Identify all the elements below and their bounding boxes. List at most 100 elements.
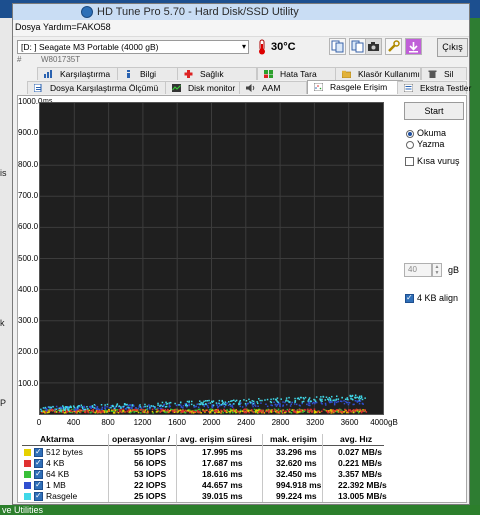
tab-label: Klasör Kullanımı — [358, 69, 420, 79]
data-point-rasgele — [83, 408, 85, 411]
data-point-rasgele — [139, 404, 141, 406]
tab-folder-usage[interactable]: Klasör Kullanımı — [335, 67, 421, 80]
data-point-rasgele — [63, 409, 66, 411]
tab-benchmark[interactable]: Karşılaştırma — [37, 67, 125, 80]
desktop-background-right — [470, 18, 480, 515]
save-button[interactable] — [405, 38, 422, 55]
data-point-4-kb — [116, 411, 118, 413]
table-cell-max: 32.450 ms — [276, 469, 317, 479]
data-point-rasgele — [272, 398, 275, 400]
tab-extra-tests[interactable]: Ekstra Testler — [397, 81, 471, 94]
tab-disk-monitor[interactable]: Disk monitor — [165, 81, 247, 94]
desktop-background-bottom: ve Utilities — [0, 505, 480, 515]
tab-random-access[interactable]: Rasgele Erişim — [307, 80, 403, 94]
data-point-rasgele — [212, 404, 215, 407]
data-point-1-mb — [197, 406, 200, 409]
options-button[interactable] — [385, 38, 402, 55]
short-stroke-checkbox[interactable] — [405, 157, 414, 166]
short-stroke-size-input[interactable]: 40 — [404, 263, 432, 277]
data-point-4-kb — [271, 409, 274, 411]
table-cell-speed: 3.357 MB/s — [338, 469, 382, 479]
data-point-4-kb — [348, 409, 350, 411]
data-point-1-mb — [307, 404, 310, 406]
data-point-rasgele — [245, 400, 248, 402]
series-checkbox[interactable] — [34, 491, 43, 501]
data-point-rasgele — [149, 406, 151, 409]
data-point-rasgele — [127, 406, 129, 409]
speaker-icon — [246, 84, 255, 92]
data-point-64-kb — [104, 409, 107, 411]
tab-erase[interactable]: Sil — [421, 67, 467, 80]
data-point-rasgele — [76, 407, 79, 409]
data-point-rasgele — [69, 406, 71, 408]
tab-file-benchmark[interactable]: Dosya Karşılaştırma Ölçümü — [27, 81, 177, 94]
data-point-4-kb — [86, 409, 89, 412]
random-access-icon — [314, 83, 323, 91]
exit-button[interactable]: Çıkış — [437, 38, 468, 57]
data-point-4-kb — [220, 409, 222, 411]
series-checkbox[interactable] — [34, 458, 43, 468]
data-point-4-kb — [276, 411, 279, 413]
data-point-rasgele — [60, 410, 63, 412]
data-point-1-mb — [133, 405, 135, 407]
series-checkbox[interactable] — [34, 447, 43, 457]
start-button[interactable]: Start — [404, 102, 464, 120]
write-radio[interactable] — [406, 141, 414, 149]
data-point-1-mb — [104, 407, 106, 410]
copy-info-button[interactable] — [329, 38, 346, 55]
data-point-4-kb — [352, 409, 355, 411]
data-point-rasgele — [40, 408, 42, 411]
data-point-rasgele — [350, 398, 352, 400]
data-point-rasgele — [120, 406, 122, 408]
data-point-4-kb — [355, 409, 357, 411]
short-stroke-spinner[interactable]: ▲ ▼ — [432, 263, 442, 277]
read-label: Okuma — [417, 128, 447, 138]
copy-all-button[interactable] — [349, 38, 366, 55]
data-point-rasgele — [169, 401, 172, 404]
menu-help[interactable]: Yardım=FAKO58 — [43, 22, 111, 32]
tab-health[interactable]: Sağlık — [177, 67, 257, 80]
data-point-rasgele — [100, 404, 103, 406]
data-point-rasgele — [188, 400, 190, 403]
data-point-rasgele — [86, 406, 88, 408]
data-point-64-kb — [71, 408, 73, 411]
serial-hash: # — [17, 55, 22, 64]
series-checkbox[interactable] — [34, 469, 43, 479]
tab-info[interactable]: Bilgi — [117, 67, 183, 80]
data-point-4-kb — [207, 411, 210, 413]
data-point-1-mb — [239, 405, 241, 408]
desktop-background-left: is k P — [0, 18, 12, 515]
data-point-1-mb — [45, 409, 48, 412]
drive-select[interactable]: [D: ] Seagate M3 Portable (4000 gB) ▾ — [17, 40, 249, 54]
align-4kb-checkbox[interactable] — [405, 293, 414, 303]
data-point-rasgele — [201, 403, 203, 405]
data-point-rasgele — [208, 399, 210, 402]
data-point-rasgele — [231, 400, 233, 402]
data-point-4-kb — [107, 410, 110, 412]
tab-aam[interactable]: AAM — [239, 81, 307, 94]
data-point-1-mb — [138, 406, 140, 408]
data-point-1-mb — [193, 406, 195, 408]
data-point-rasgele — [174, 402, 176, 405]
screenshot-button[interactable] — [365, 38, 382, 55]
data-point-4-kb — [338, 410, 340, 413]
data-point-4-kb — [164, 408, 166, 411]
data-point-rasgele — [294, 400, 297, 402]
data-point-1-mb — [108, 407, 111, 409]
title-bar[interactable]: HD Tune Pro 5.70 - Hard Disk/SSD Utility — [13, 4, 469, 20]
data-point-4-kb — [70, 410, 72, 412]
read-radio[interactable] — [406, 130, 414, 138]
data-point-4-kb — [118, 409, 120, 411]
tab-error-scan[interactable]: Hata Tara — [257, 67, 337, 80]
data-point-rasgele — [321, 398, 323, 401]
menu-file[interactable]: Dosya — [15, 22, 41, 32]
table-cell-max: 994.918 ms — [276, 480, 322, 490]
data-point-1-mb — [159, 407, 162, 410]
series-checkbox[interactable] — [34, 480, 43, 490]
table-cell-avg: 39.015 ms — [202, 491, 243, 501]
data-point-rasgele — [324, 399, 327, 401]
data-point-rasgele — [185, 404, 187, 407]
data-point-4-kb — [359, 408, 361, 411]
y-tick-label: 100.0 — [18, 378, 39, 388]
table-row: 64 KB 53 IOPS 18.616 ms 32.450 ms 3.357 MB/s — [22, 469, 384, 480]
